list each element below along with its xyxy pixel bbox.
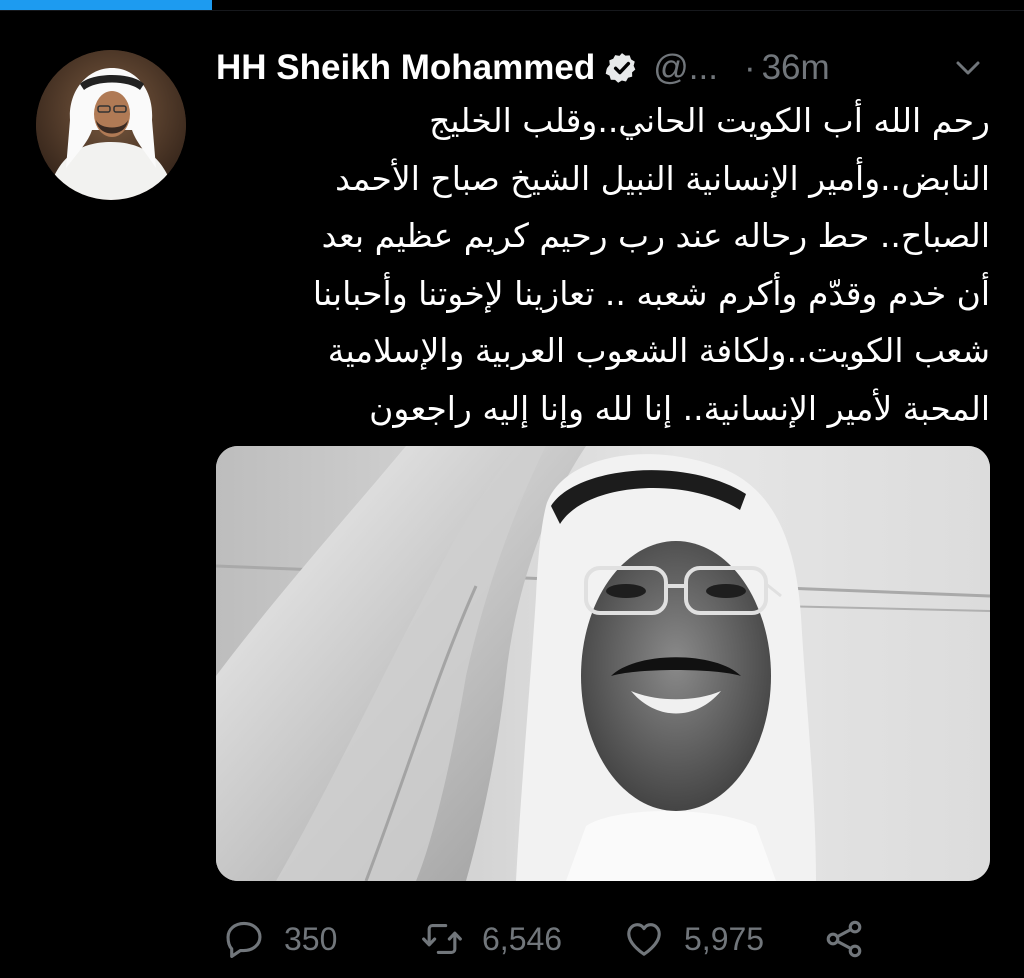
tweet-media-photo[interactable] <box>216 446 990 881</box>
like-button[interactable]: 5,975 <box>622 912 764 966</box>
tweet-view: HH Sheikh Mohammed @... · 36m رحم الله أ… <box>0 0 1024 978</box>
tweet-text: رحم الله أب الكويت الحاني..وقلب الخليج ا… <box>216 92 990 437</box>
tweet-actions: 350 6,546 5,975 <box>216 912 990 966</box>
tweet-text-line: الصباح.. حط رحاله عند رب رحيم كريم عظيم … <box>321 216 990 255</box>
reply-count: 350 <box>284 920 338 957</box>
chevron-down-icon[interactable] <box>950 54 986 82</box>
reply-icon <box>222 917 266 961</box>
author-display-name[interactable]: HH Sheikh Mohammed <box>216 48 595 88</box>
loading-progress-bar <box>0 0 212 10</box>
retweet-button[interactable]: 6,546 <box>420 912 562 966</box>
heart-icon <box>622 917 666 961</box>
tweet-text-line: رحم الله أب الكويت الحاني..وقلب الخليج <box>429 101 990 140</box>
photo-image <box>216 446 990 881</box>
tweet-text-line: المحبة لأمير الإنسانية.. إنا لله وإنا إل… <box>369 388 990 428</box>
reply-button[interactable]: 350 <box>222 912 337 966</box>
like-count: 5,975 <box>684 920 765 957</box>
header-separator: · <box>743 48 756 87</box>
avatar[interactable] <box>36 50 186 200</box>
verified-badge-icon <box>605 51 639 85</box>
tweet-text-line: النابض..وأمير الإنسانية النبيل الشيخ صبا… <box>335 158 990 198</box>
retweet-icon <box>420 917 464 961</box>
author-handle[interactable]: @... <box>653 48 718 88</box>
retweet-count: 6,546 <box>482 920 563 957</box>
tweet-text-line: شعب الكويت..ولكافة الشعوب العربية والإسل… <box>327 331 990 370</box>
tweet-text-line: أن خدم وقدّم وأكرم شعبه .. تعازينا لإخوت… <box>312 273 990 313</box>
share-button[interactable] <box>822 912 866 966</box>
top-divider <box>0 10 1024 11</box>
avatar-image <box>36 50 186 200</box>
tweet-timestamp[interactable]: 36m <box>762 48 830 88</box>
share-icon <box>822 917 866 961</box>
tweet-header: HH Sheikh Mohammed @... · 36m <box>216 46 996 90</box>
